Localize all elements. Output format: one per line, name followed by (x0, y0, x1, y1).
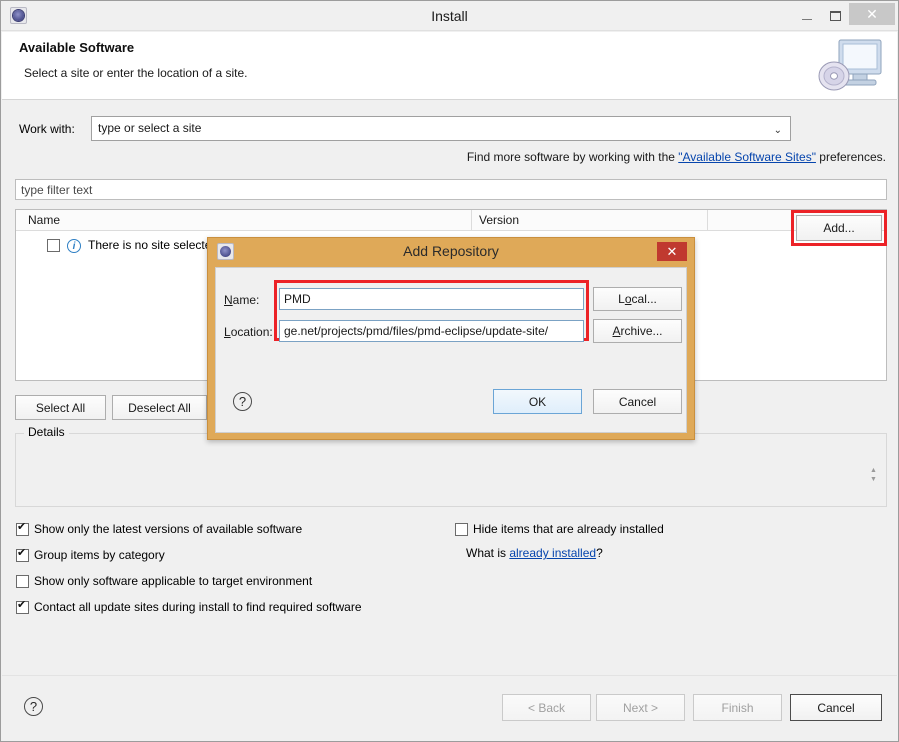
archive-button[interactable]: Archive... (593, 319, 682, 343)
details-panel: Details ▲ ▼ (15, 425, 887, 507)
spinner-down-icon[interactable]: ▼ (870, 476, 877, 483)
window-titlebar: Install ✕ (1, 1, 898, 31)
option-checkbox[interactable] (16, 575, 29, 588)
spinner-up-icon[interactable]: ▲ (870, 467, 877, 474)
location-input[interactable]: ge.net/projects/pmd/files/pmd-eclipse/up… (279, 320, 584, 342)
filter-placeholder: type filter text (21, 183, 93, 197)
close-icon[interactable]: ✕ (849, 3, 895, 25)
dialog-title: Add Repository (403, 243, 499, 259)
work-with-label: Work with: (19, 122, 75, 136)
chevron-down-icon: ⌄ (773, 125, 782, 136)
work-with-combo[interactable]: type or select a site ⌄ (91, 116, 791, 141)
what-is-prefix: What is (466, 546, 510, 560)
what-is-suffix: ? (596, 546, 603, 560)
column-header-name[interactable]: Name (28, 213, 60, 227)
details-scroll-spinner[interactable]: ▲ ▼ (869, 466, 878, 484)
find-more-suffix: preferences. (815, 150, 886, 164)
add-button[interactable]: Add... (796, 215, 882, 241)
deselect-all-button[interactable]: Deselect All (112, 395, 207, 420)
option-label: Show only the latest versions of availab… (34, 522, 303, 536)
option-checkbox[interactable] (16, 521, 29, 536)
location-label: Location: (224, 325, 273, 339)
find-more-prefix: Find more software by working with the (466, 150, 679, 164)
find-more-software-text: Find more software by working with the "… (467, 150, 886, 164)
page-subtitle: Select a site or enter the location of a… (24, 66, 248, 80)
select-all-button[interactable]: Select All (15, 395, 106, 420)
name-value: PMD (284, 292, 311, 306)
window-controls: ✕ (793, 1, 898, 31)
filter-input[interactable]: type filter text (15, 179, 887, 200)
finish-button[interactable]: Finish (693, 694, 782, 721)
install-wizard-window: Install ✕ Available Software Select a si… (0, 0, 899, 742)
name-label: Name: (224, 293, 260, 307)
option-checkbox[interactable] (16, 599, 29, 614)
option-label: Contact all update sites during install … (34, 600, 362, 614)
already-installed-link[interactable]: already installed (509, 546, 596, 560)
local-button[interactable]: Lo cal... (593, 287, 682, 311)
next-button[interactable]: Next > (596, 694, 685, 721)
option-label: Group items by category (34, 548, 165, 562)
help-icon[interactable]: ? (24, 697, 43, 716)
column-divider-1[interactable] (471, 210, 472, 231)
available-software-sites-link[interactable]: "Available Software Sites" (678, 150, 816, 164)
work-with-value: type or select a site (98, 121, 202, 135)
dialog-content: Name: PMD Location: ge.net/projects/pmd/… (215, 267, 687, 433)
wizard-header: Available Software Select a site or ente… (2, 32, 897, 100)
column-divider-2[interactable] (707, 210, 708, 231)
maximize-button[interactable] (821, 1, 849, 31)
row-name: There is no site selected (88, 238, 219, 252)
info-icon: i (67, 239, 81, 253)
option-checkbox[interactable] (16, 547, 29, 562)
window-title: Install (431, 8, 468, 24)
column-header-version[interactable]: Version (479, 213, 519, 227)
dialog-help-icon[interactable]: ? (233, 392, 252, 411)
what-is-already-installed: What is already installed? (466, 546, 603, 560)
minimize-button[interactable] (793, 1, 821, 31)
dialog-cancel-button[interactable]: Cancel (593, 389, 682, 414)
close-icon[interactable]: ✕ (657, 242, 687, 261)
option-checkbox[interactable] (455, 523, 468, 536)
location-value: ge.net/projects/pmd/files/pmd-eclipse/up… (284, 324, 549, 338)
page-title: Available Software (19, 40, 135, 55)
details-legend: Details (24, 425, 69, 439)
back-button[interactable]: < Back (502, 694, 591, 721)
tree-header: Name Version (16, 210, 886, 231)
name-input[interactable]: PMD (279, 288, 584, 310)
monitor-disc-icon (818, 39, 882, 91)
ok-button[interactable]: OK (493, 389, 582, 414)
option-label: Hide items that are already installed (473, 522, 664, 536)
option-label: Show only software applicable to target … (34, 574, 313, 588)
wizard-footer: ? < Back Next > Finish Cancel (2, 675, 897, 741)
cancel-button[interactable]: Cancel (790, 694, 882, 721)
add-repository-dialog: Add Repository ✕ Name: PMD Location: ge.… (207, 237, 695, 440)
row-checkbox[interactable] (47, 239, 60, 252)
